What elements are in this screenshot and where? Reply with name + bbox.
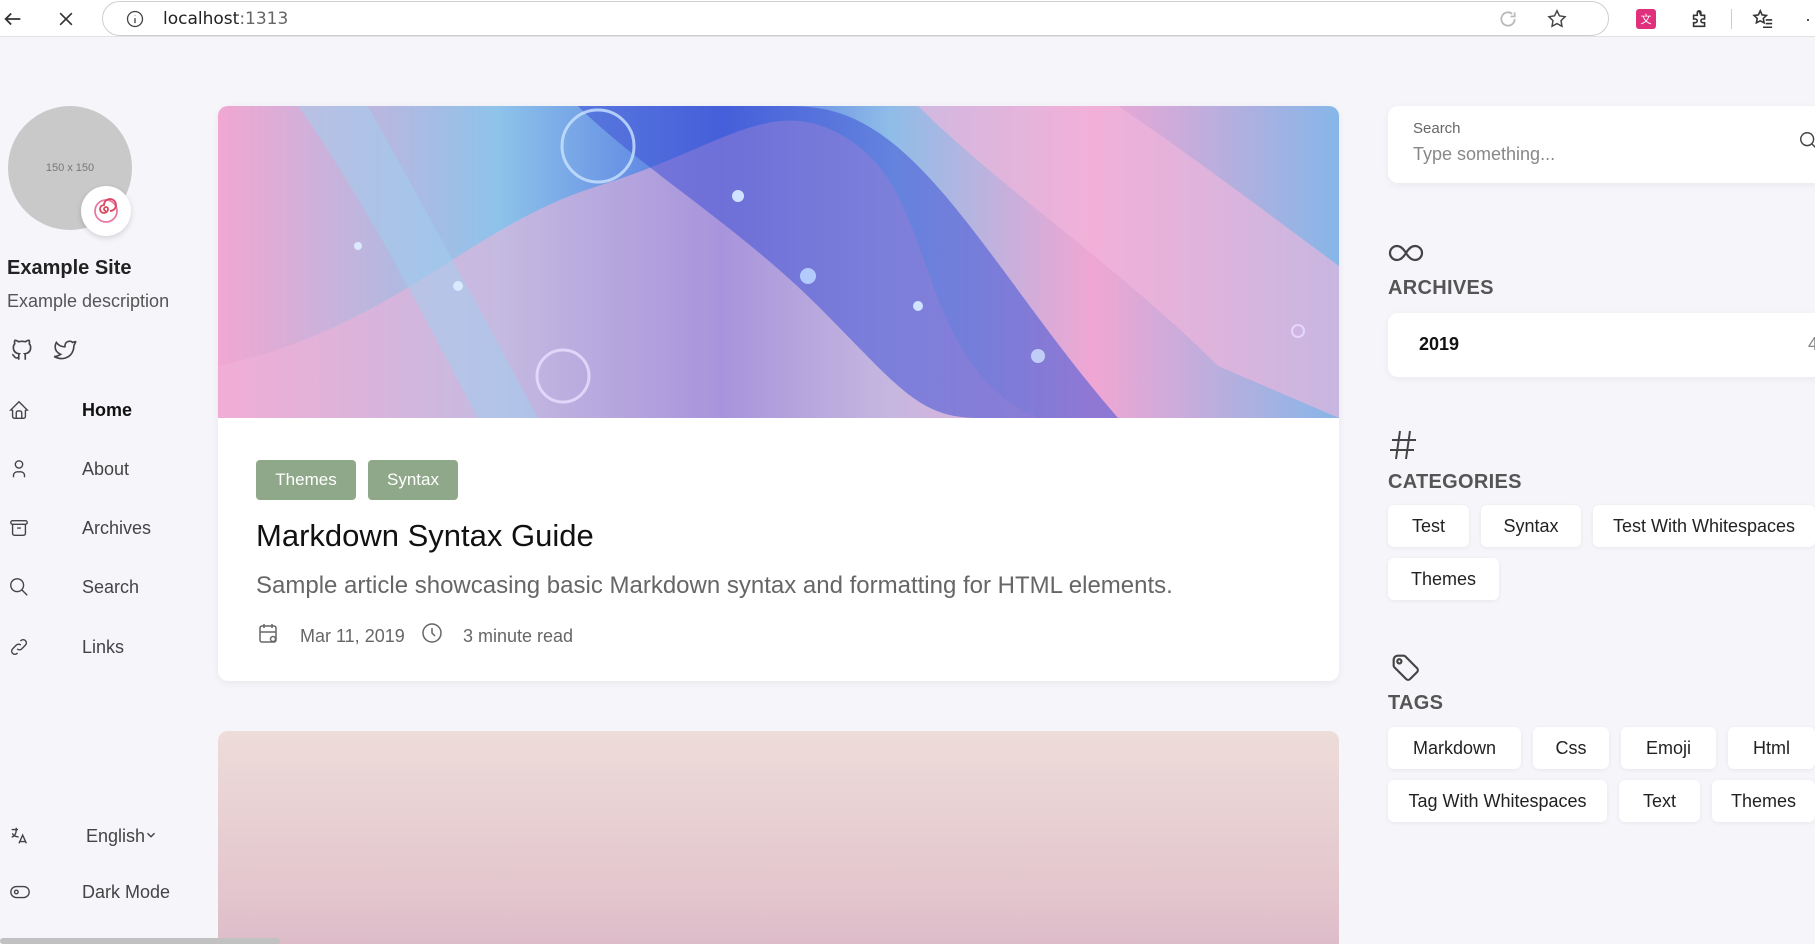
user-icon (8, 458, 30, 485)
calendar-icon (256, 621, 280, 650)
tag-chip-css[interactable]: Css (1533, 727, 1609, 769)
close-icon[interactable] (53, 6, 79, 32)
menu-item-label: Search (82, 576, 140, 597)
tag-chip-tag-with-whitespaces[interactable]: Tag With Whitespaces (1388, 780, 1607, 822)
article-description: Sample article showcasing basic Markdown… (256, 572, 1173, 599)
chevron-down-icon (144, 828, 158, 847)
article-date: Mar 11, 2019 (300, 626, 405, 646)
site-description: Example description (7, 291, 170, 311)
hashtag-icon (1388, 428, 1418, 467)
avatar-emoji-badge (81, 186, 131, 236)
favorite-star-icon[interactable] (1546, 8, 1568, 35)
archive-year: 2019 (1419, 334, 1460, 354)
category-chip-themes[interactable]: Themes (1388, 558, 1499, 600)
archive-count: 4 (1808, 334, 1815, 354)
horizontal-scrollbar[interactable] (0, 938, 280, 944)
article-card-2-cover[interactable] (218, 731, 1339, 944)
tags-title: TAGS (1388, 692, 1444, 714)
translate-icon (8, 825, 30, 852)
tag-chip-text[interactable]: Text (1619, 780, 1700, 822)
archive-icon (8, 517, 30, 544)
category-chip-test-with-whitespaces[interactable]: Test With Whitespaces (1593, 505, 1815, 547)
url-text: localhost:1313 (163, 9, 289, 29)
menu-item-archives[interactable]: Archives (0, 508, 190, 548)
category-tag-syntax[interactable]: Syntax (368, 460, 458, 500)
menu-item-home[interactable]: Home (0, 390, 190, 430)
search-icon[interactable] (1798, 130, 1815, 157)
search-label: Search (1413, 120, 1461, 137)
language-label: English (86, 825, 146, 846)
categories-title: CATEGORIES (1388, 471, 1522, 493)
dark-mode-toggle[interactable]: Dark Mode (0, 872, 190, 912)
home-icon (8, 399, 30, 426)
category-chip-test[interactable]: Test (1388, 505, 1469, 547)
search-widget[interactable]: Search Type something... (1388, 106, 1815, 183)
refresh-icon[interactable] (1498, 9, 1518, 34)
avatar-placeholder-text: 150 x 150 (45, 162, 95, 174)
menu-item-search[interactable]: Search (0, 567, 190, 607)
category-chip-syntax[interactable]: Syntax (1481, 505, 1581, 547)
toggle-icon (8, 881, 32, 908)
toolbar-divider (1731, 9, 1732, 29)
extensions-icon[interactable] (1687, 6, 1713, 32)
address-bar[interactable]: localhost:1313 (102, 1, 1609, 36)
clock-icon (420, 621, 444, 650)
tag-chip-emoji[interactable]: Emoji (1621, 727, 1716, 769)
translate-extension-icon[interactable]: 文 (1633, 6, 1659, 32)
github-icon[interactable] (9, 337, 35, 368)
menu-item-label: About (82, 458, 130, 479)
category-tag-themes[interactable]: Themes (256, 460, 356, 500)
article-title[interactable]: Markdown Syntax Guide (256, 518, 594, 554)
menu-item-label: Archives (82, 517, 152, 538)
archives-title: ARCHIVES (1388, 277, 1494, 299)
more-icon[interactable]: · (1795, 6, 1815, 32)
back-icon[interactable] (0, 6, 26, 32)
archive-year-2019[interactable]: 2019 4 (1388, 313, 1815, 377)
infinity-icon (1388, 240, 1424, 271)
menu-item-label: Home (82, 399, 133, 420)
article-cover-image[interactable] (218, 106, 1339, 418)
article-read-time: 3 minute read (463, 626, 574, 646)
tag-icon (1388, 650, 1422, 689)
browser-toolbar: localhost:1313 文 · (0, 0, 1815, 37)
tag-chip-markdown[interactable]: Markdown (1388, 727, 1521, 769)
info-icon[interactable] (125, 9, 145, 34)
search-icon (8, 576, 30, 603)
menu-item-label: Links (82, 636, 125, 657)
tag-chip-html[interactable]: Html (1728, 727, 1815, 769)
twitter-icon[interactable] (52, 337, 78, 368)
search-input[interactable]: Type something... (1413, 144, 1555, 165)
link-icon (8, 636, 30, 663)
site-title[interactable]: Example Site (7, 257, 132, 280)
tag-chip-themes[interactable]: Themes (1712, 780, 1815, 822)
menu-item-links[interactable]: Links (0, 627, 190, 667)
language-selector[interactable]: English (0, 816, 190, 856)
favorites-icon[interactable] (1750, 6, 1776, 32)
spiral-icon (94, 198, 118, 223)
menu-item-about[interactable]: About (0, 449, 190, 489)
article-card[interactable]: Themes Syntax Markdown Syntax Guide Samp… (218, 106, 1339, 681)
dark-mode-label: Dark Mode (82, 881, 171, 902)
